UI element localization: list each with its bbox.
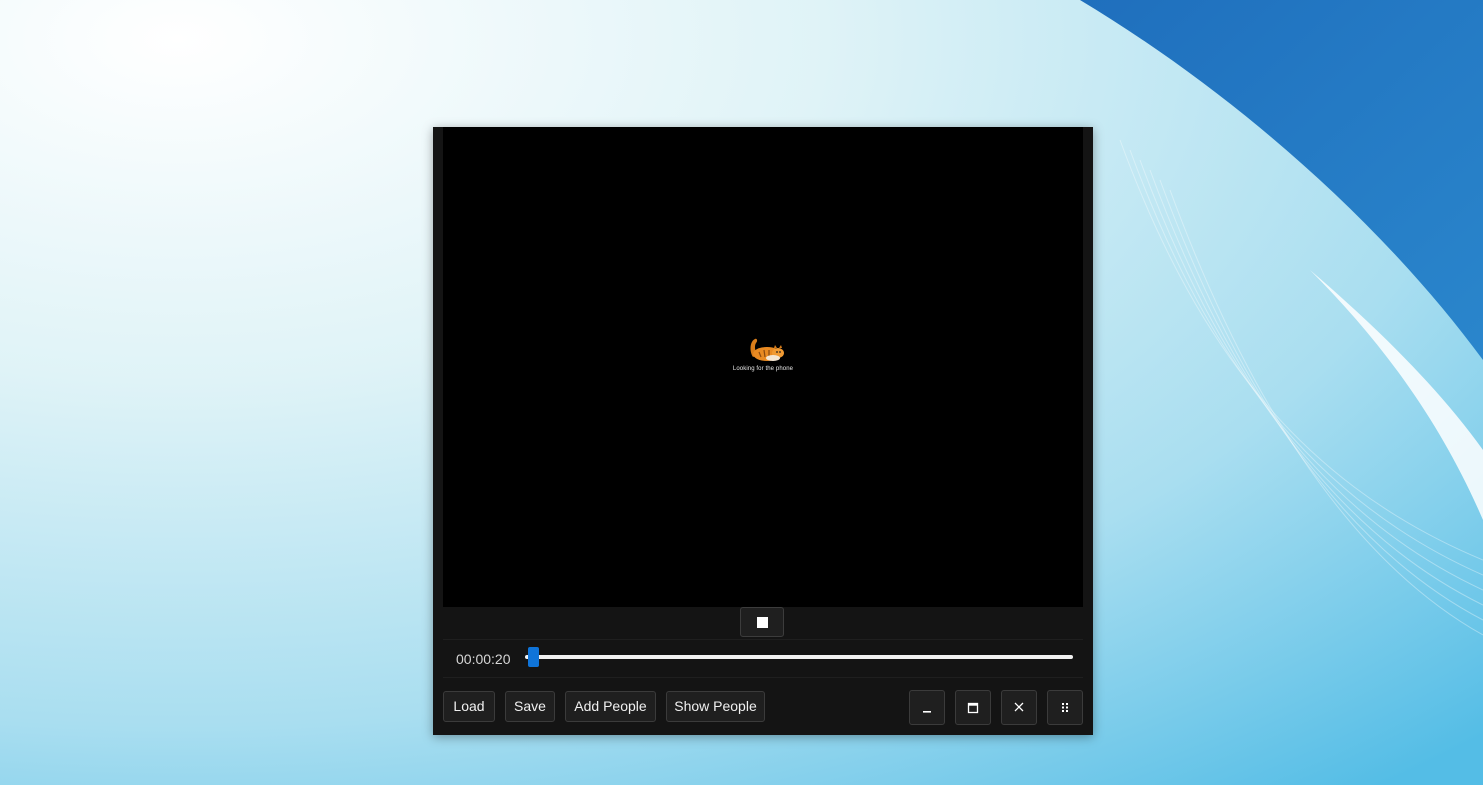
maximize-button[interactable] <box>955 690 991 725</box>
video-display: Looking for the phone <box>443 127 1083 607</box>
add-people-button[interactable]: Add People <box>565 691 656 722</box>
stop-button[interactable] <box>740 607 784 637</box>
cat-icon <box>750 338 784 361</box>
video-player-window: Looking for the phone 00:00:20 Load Save… <box>433 127 1093 735</box>
grip-dots-icon <box>1062 703 1068 712</box>
seek-slider-thumb[interactable] <box>528 647 540 667</box>
grip-button[interactable] <box>1047 690 1083 725</box>
load-button[interactable]: Load <box>443 691 495 722</box>
minimize-button[interactable] <box>909 690 945 725</box>
save-button[interactable]: Save <box>505 691 555 722</box>
close-button[interactable] <box>1001 690 1037 725</box>
show-people-button[interactable]: Show People <box>666 691 765 722</box>
video-caption: Looking for the phone <box>732 366 794 372</box>
close-icon <box>1014 702 1024 712</box>
maximize-icon <box>967 702 979 714</box>
playback-time: 00:00:20 <box>456 651 511 667</box>
divider <box>443 639 1083 640</box>
seek-slider-track[interactable] <box>525 655 1073 659</box>
stop-icon <box>757 617 768 628</box>
divider <box>443 677 1083 678</box>
minimize-icon <box>923 711 931 713</box>
